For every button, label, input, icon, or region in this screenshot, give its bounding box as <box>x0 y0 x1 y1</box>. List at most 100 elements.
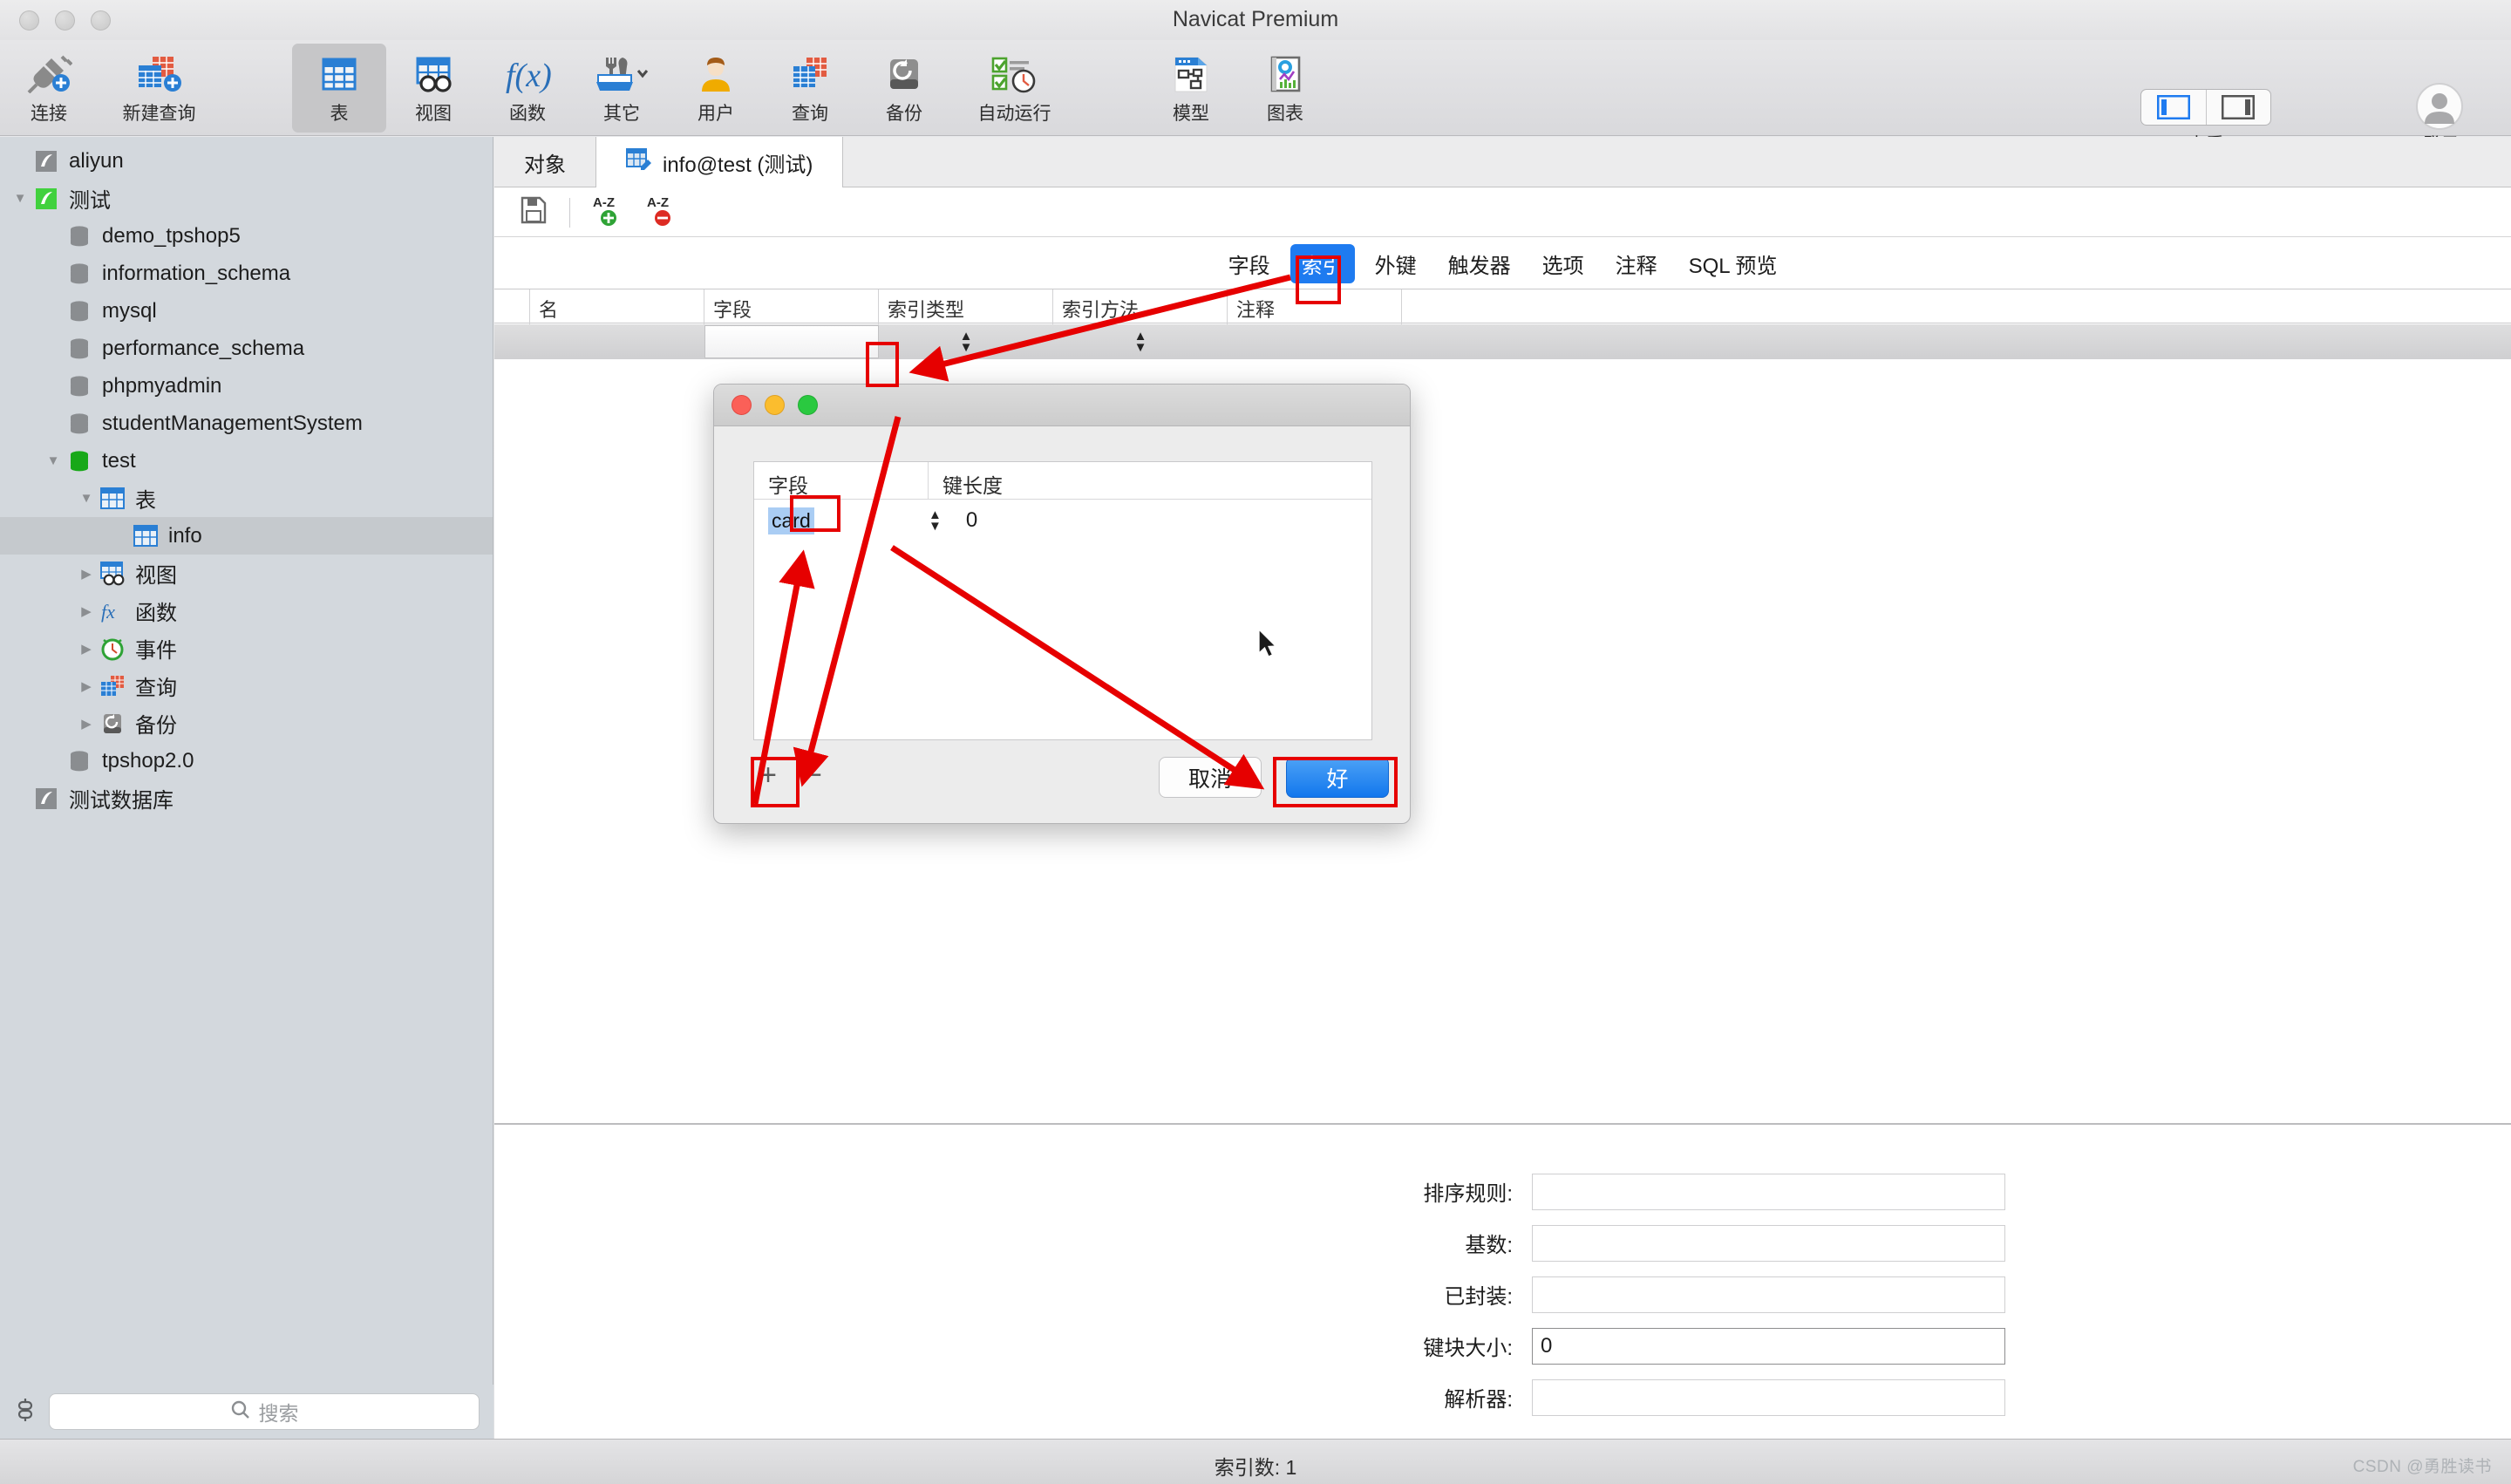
tree-item-performance-schema[interactable]: performance_schema <box>0 330 493 367</box>
index-type-stepper[interactable]: ▲ ▼ <box>960 324 973 359</box>
input-parser[interactable] <box>1532 1378 2005 1416</box>
index-grid-row[interactable]: ▲ ▼ ▲ ▼ <box>494 324 2511 359</box>
toolbar-item-model[interactable]: 模型 <box>1144 44 1238 133</box>
tree-item-tpshop2-0[interactable]: tpshop2.0 <box>0 742 493 779</box>
subtab-indexes[interactable]: 索引 <box>1290 243 1355 283</box>
tree-item-[interactable]: ▶ 视图 <box>0 555 493 592</box>
tree-item-[interactable]: ▶ 事件 <box>0 630 493 667</box>
tree-item-test[interactable]: ▼ test <box>0 442 493 480</box>
tree-item-information-schema[interactable]: information_schema <box>0 255 493 292</box>
tree-item-[interactable]: ▶ 查询 <box>0 667 493 705</box>
chevron-down-icon[interactable]: ▼ <box>42 453 65 468</box>
toolbar-item-chart[interactable]: 图表 <box>1238 44 1332 133</box>
tab-info-at-test[interactable]: info@test (测试) <box>596 137 844 187</box>
toolbar-item-label: 模型 <box>1173 104 1209 124</box>
save-icon[interactable] <box>521 196 547 228</box>
toolbar-item-backup[interactable]: 备份 <box>857 44 951 133</box>
tree-item-phpmyadmin[interactable]: phpmyadmin <box>0 367 493 405</box>
query-icon <box>790 54 830 94</box>
toolbar-item-connection[interactable]: 连接 <box>2 44 96 133</box>
sort-asc-add-icon[interactable]: A-Z <box>593 194 624 231</box>
grid-col-index-method[interactable]: 索引方法 <box>1053 289 1228 324</box>
cell-index-type[interactable]: ▲ ▼ <box>879 324 1053 359</box>
tree-item-aliyun[interactable]: aliyun <box>0 142 493 180</box>
chevron-right-icon[interactable]: ▶ <box>75 716 98 732</box>
chevron-down-icon[interactable]: ▼ <box>75 491 98 506</box>
tree-item-demo-tpshop5[interactable]: demo_tpshop5 <box>0 217 493 255</box>
toolbar-item-function[interactable]: f(x) 函数 <box>480 44 575 133</box>
toolbar-item-query[interactable]: 查询 <box>763 44 857 133</box>
cell-index-method[interactable]: ▲ ▼ <box>1053 324 1228 359</box>
account-avatar[interactable] <box>2415 82 2464 135</box>
dialog-cell-field[interactable]: card <box>754 507 929 534</box>
ok-button[interactable]: 好 <box>1286 757 1389 798</box>
database-gray-icon <box>65 224 94 248</box>
tree-item-studentmanagementsystem[interactable]: studentManagementSystem <box>0 405 493 442</box>
input-packed[interactable] <box>1532 1276 2005 1313</box>
toolbar-item-other[interactable]: 其它 <box>575 44 669 133</box>
toolbar-item-new-query[interactable]: 新建查询 <box>96 44 222 133</box>
sidebar-search-bar: 搜索 <box>0 1385 493 1439</box>
field-editor-input[interactable] <box>704 325 879 358</box>
index-method-stepper[interactable]: ▲ ▼ <box>1134 324 1147 359</box>
view-toggle-group[interactable] <box>2140 89 2271 126</box>
grid-col-index-type[interactable]: 索引类型 <box>879 289 1053 324</box>
cell-name[interactable] <box>530 324 704 359</box>
object-tree[interactable]: aliyun ▼ 测试 demo_tpshop5 information_schema m… <box>0 142 493 817</box>
subtab-foreign-keys[interactable]: 外键 <box>1364 244 1428 283</box>
subtab-options[interactable]: 选项 <box>1531 244 1596 283</box>
structure-subtabs[interactable]: 字段 索引 外键 触发器 选项 注释 SQL 预览 <box>494 238 2511 289</box>
input-cardinality[interactable] <box>1532 1224 2005 1262</box>
dialog-key-length-value[interactable]: 0 <box>966 508 977 533</box>
key-length-stepper[interactable]: ▲ ▼ <box>929 503 942 538</box>
chevron-right-icon[interactable]: ▶ <box>75 603 98 619</box>
toolbar-separator <box>569 197 570 228</box>
add-field-button[interactable]: + <box>754 760 782 790</box>
tree-item-info[interactable]: info <box>0 517 493 555</box>
tree-item-[interactable]: ▶ 备份 <box>0 705 493 742</box>
field-selection-dialog: 字段 键长度 card ▲ ▼ 0 + − 取消 好 <box>713 384 1411 824</box>
search-input[interactable]: 搜索 <box>49 1393 480 1430</box>
toolbar-item-automation[interactable]: 自动运行 <box>951 44 1078 133</box>
input-collation[interactable] <box>1532 1173 2005 1210</box>
subtab-fields[interactable]: 字段 <box>1217 244 1282 283</box>
dialog-maximize-button[interactable] <box>798 395 818 415</box>
view-sidebar-left-button[interactable] <box>2141 90 2206 125</box>
toolbar-item-view[interactable]: 视图 <box>386 44 480 133</box>
tree-item-[interactable]: ▼ 测试 <box>0 180 493 217</box>
dialog-field-value[interactable]: card <box>768 507 814 534</box>
chevron-right-icon[interactable]: ▶ <box>75 641 98 657</box>
cancel-button[interactable]: 取消 <box>1159 757 1262 798</box>
toolbar-item-user[interactable]: 用户 <box>669 44 763 133</box>
grid-col-comment[interactable]: 注释 <box>1228 289 1402 324</box>
cell-comment[interactable] <box>1228 324 1402 359</box>
dialog-minimize-button[interactable] <box>765 395 785 415</box>
tree-item-[interactable]: ▶ fx 函数 <box>0 592 493 630</box>
toolbar-item-label: 查询 <box>792 104 828 124</box>
chevron-down-icon[interactable]: ▼ <box>9 191 31 206</box>
input-key-block-size[interactable]: 0 <box>1532 1327 2005 1365</box>
dialog-cell-key-length[interactable]: ▲ ▼ 0 <box>929 503 1371 538</box>
chevron-right-icon[interactable]: ▶ <box>75 566 98 582</box>
tab-objects[interactable]: 对象 <box>494 137 596 187</box>
tree-item-mysql[interactable]: mysql <box>0 292 493 330</box>
subtab-triggers[interactable]: 触发器 <box>1437 244 1522 283</box>
tree-item-[interactable]: 测试数据库 <box>0 779 493 817</box>
toolbar-item-table[interactable]: 表 <box>292 44 386 133</box>
tree-item-[interactable]: ▼ 表 <box>0 480 493 517</box>
tab-label: 对象 <box>524 153 566 177</box>
chevron-right-icon[interactable]: ▶ <box>75 678 98 694</box>
subtab-comment[interactable]: 注释 <box>1604 244 1669 283</box>
cell-field[interactable] <box>704 324 879 359</box>
sort-asc-remove-icon[interactable]: A-Z <box>647 194 678 231</box>
tree-item-label: test <box>102 448 136 473</box>
panel-divider[interactable] <box>494 1123 2511 1125</box>
dialog-close-button[interactable] <box>732 395 752 415</box>
editor-tab-strip[interactable]: 对象 info@test (测试) <box>494 137 2511 187</box>
grid-col-name[interactable]: 名 <box>530 289 704 324</box>
remove-field-button[interactable]: − <box>800 760 827 790</box>
subtab-sql-preview[interactable]: SQL 预览 <box>1677 244 1789 283</box>
dialog-table-row[interactable]: card ▲ ▼ 0 <box>754 500 1371 541</box>
view-sidebar-right-button[interactable] <box>2205 90 2271 125</box>
grid-col-field[interactable]: 字段 <box>704 289 879 324</box>
